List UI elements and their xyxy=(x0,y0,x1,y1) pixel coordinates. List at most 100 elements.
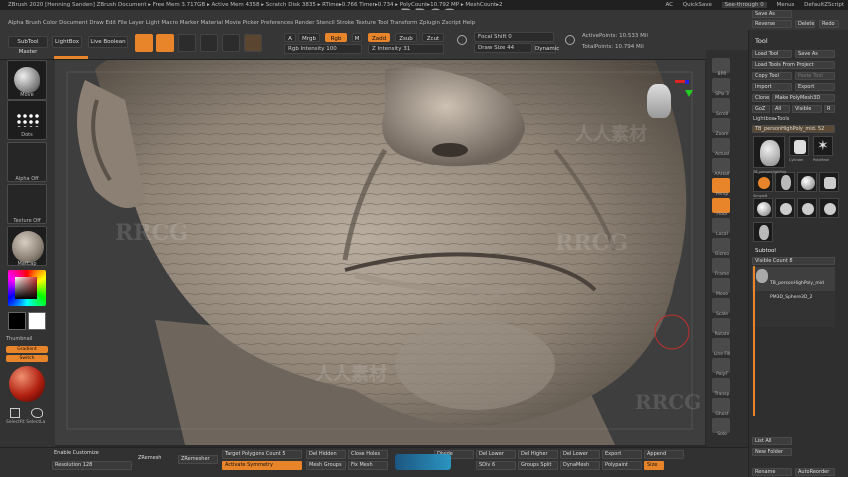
clone-button[interactable]: Clone xyxy=(752,94,770,102)
current-tool-slider[interactable]: TB_personHighPoly_mid. 52 xyxy=(752,125,835,133)
copy-tool-button[interactable]: Copy Tool xyxy=(752,72,792,80)
viewport-spix-3-button[interactable] xyxy=(712,78,730,93)
reverse-button[interactable]: Reverse xyxy=(752,20,792,28)
activate-symmetry-button[interactable]: Activate Symmetry xyxy=(222,461,302,470)
live-boolean-button[interactable]: Live Boolean xyxy=(88,36,128,48)
mrgb-button[interactable]: Mrgb xyxy=(298,33,320,42)
navigation-head-icon[interactable] xyxy=(647,84,671,118)
viewport-actual-button[interactable] xyxy=(712,138,730,153)
subtool-item-active[interactable]: TB_personHighPoly_mid xyxy=(752,267,835,291)
tool-thumb-pm3d-3[interactable] xyxy=(797,198,817,218)
autoreorder-button[interactable]: AutoReorder xyxy=(795,468,835,476)
enable-customize-button[interactable]: Enable Customize xyxy=(52,450,130,459)
viewport-transp-button[interactable] xyxy=(712,378,730,393)
tool-thumb-pm3d-2[interactable] xyxy=(775,198,795,218)
tool-thumb-simplebrush[interactable] xyxy=(753,172,773,192)
color-picker[interactable] xyxy=(8,270,46,306)
paste-tool-button[interactable]: Paste Tool xyxy=(795,72,835,80)
viewport-scroll-button[interactable] xyxy=(712,98,730,113)
sdiv-slider[interactable]: SDiv 6 xyxy=(476,461,516,470)
select-lasso-icon[interactable] xyxy=(31,408,43,418)
dynamesh-button[interactable]: DynaMesh xyxy=(560,461,600,470)
draw-size-slider[interactable]: Draw Size 44 xyxy=(474,43,532,53)
subtool-scrollbar[interactable] xyxy=(753,266,755,416)
viewport-frame-button[interactable] xyxy=(712,258,730,273)
new-folder-button[interactable]: New Folder xyxy=(752,448,792,456)
subtool-item[interactable]: PM3D_Sphere3D_2 xyxy=(752,293,835,305)
draw-button[interactable] xyxy=(156,34,174,52)
quicksave-button[interactable]: QuickSave xyxy=(683,2,712,8)
groups-split-button[interactable]: Groups Split xyxy=(518,461,558,470)
del-lower-button[interactable]: Del Lower xyxy=(476,450,516,459)
viewport-floor-button[interactable] xyxy=(712,198,730,213)
m-button[interactable]: M xyxy=(352,33,362,42)
tool-thumb-sphere2[interactable] xyxy=(753,198,773,218)
lightbox-tools-label[interactable]: Lightbox▸Tools xyxy=(753,116,789,122)
goz-button[interactable]: GoZ xyxy=(752,105,770,113)
import-button[interactable]: Import xyxy=(752,83,792,91)
ac-button[interactable]: AC xyxy=(666,2,674,8)
focal-shift-slider[interactable]: Focal Shift 0 xyxy=(474,32,554,42)
load-tools-from-project-button[interactable]: Load Tools From Project xyxy=(752,61,835,69)
viewport-line-fill-button[interactable] xyxy=(712,338,730,353)
tool-title[interactable]: Tool xyxy=(755,37,768,45)
list-all-button[interactable]: List All xyxy=(752,437,792,445)
delete-button[interactable]: Delete xyxy=(795,20,815,28)
tool-thumb-dummy[interactable] xyxy=(819,198,839,218)
r-button[interactable]: R xyxy=(824,105,835,113)
all-button[interactable]: All xyxy=(772,105,790,113)
scale-button[interactable] xyxy=(200,34,218,52)
make-polymesh-button[interactable]: Make PolyMesh3D xyxy=(772,94,835,102)
dynamic-button[interactable]: Dynamic xyxy=(534,43,559,53)
viewport-rotate-button[interactable] xyxy=(712,318,730,333)
visible-button[interactable]: Visible xyxy=(792,105,822,113)
polypaint-button[interactable]: Polypaint xyxy=(602,461,642,470)
del-higher-button[interactable]: Del Higher xyxy=(518,450,558,459)
tool-thumb-cylinder[interactable] xyxy=(789,136,809,156)
del-lower-2-button[interactable]: Del Lower xyxy=(560,450,600,459)
gizmo-button[interactable] xyxy=(244,34,262,52)
visible-count-slider[interactable]: Visible Count 8 xyxy=(752,257,835,265)
save-as-button[interactable]: Save As xyxy=(795,50,835,58)
viewport-polyf-button[interactable] xyxy=(712,358,730,373)
zadd-button[interactable]: Zadd xyxy=(368,33,390,42)
edit-button[interactable] xyxy=(135,34,153,52)
viewport-zoom-button[interactable] xyxy=(712,118,730,133)
rgb-intensity-slider[interactable]: Rgb Intensity 100 xyxy=(284,44,362,54)
tool-thumb-sphere[interactable] xyxy=(797,172,817,192)
resolution-slider[interactable]: Resolution 128 xyxy=(52,461,132,470)
tool-thumb-polymesh[interactable]: ✶ xyxy=(813,136,833,156)
see-through-slider[interactable]: See-through 0 xyxy=(721,2,767,8)
close-holes-button[interactable]: Close Holes xyxy=(348,450,388,459)
zremesh-button[interactable]: ZRemesh xyxy=(136,455,172,464)
viewport-move-button[interactable] xyxy=(712,278,730,293)
tool-save-as-button[interactable]: Save As xyxy=(752,10,792,18)
secondary-color-swatch[interactable] xyxy=(28,312,46,330)
viewport-scale-button[interactable] xyxy=(712,298,730,313)
viewport-persp-button[interactable] xyxy=(712,178,730,193)
switch-color-button[interactable]: Switch xyxy=(6,355,48,362)
move-button[interactable] xyxy=(178,34,196,52)
red-material-ball-icon[interactable] xyxy=(9,366,45,402)
mesh-groups-button[interactable]: Mesh Groups xyxy=(306,461,346,470)
tool-thumb-head[interactable] xyxy=(753,136,785,168)
viewport-local-button[interactable] xyxy=(712,218,730,233)
material-thumbnail[interactable] xyxy=(7,226,47,266)
target-polygons-slider[interactable]: Target Polygons Count 5 xyxy=(222,450,302,459)
z-intensity-slider[interactable]: Z Intensity 31 xyxy=(368,44,444,54)
viewport-gizmo-button[interactable] xyxy=(712,238,730,253)
subtool-title[interactable]: Subtool xyxy=(755,248,776,254)
viewport-bpr-button[interactable] xyxy=(712,58,730,73)
main-menu-items[interactable]: Alpha Brush Color Document Draw Edit Fil… xyxy=(8,20,475,26)
del-hidden-button[interactable]: Del Hidden xyxy=(306,450,346,459)
export-bottom-button[interactable]: Export xyxy=(602,450,642,459)
zsub-button[interactable]: Zsub xyxy=(395,33,417,42)
lightbox-button[interactable]: LightBox xyxy=(52,36,82,48)
menus-toggle[interactable]: Menus xyxy=(776,2,794,8)
rgb-button[interactable]: Rgb xyxy=(325,33,347,42)
tool-thumb-pm3d[interactable] xyxy=(819,172,839,192)
default-zscript[interactable]: DefaultZScript xyxy=(804,2,844,8)
zremesher-button[interactable]: ZRemesher xyxy=(178,455,218,464)
append-button[interactable]: Append xyxy=(644,450,684,459)
redo-button[interactable]: Redo xyxy=(819,20,839,28)
